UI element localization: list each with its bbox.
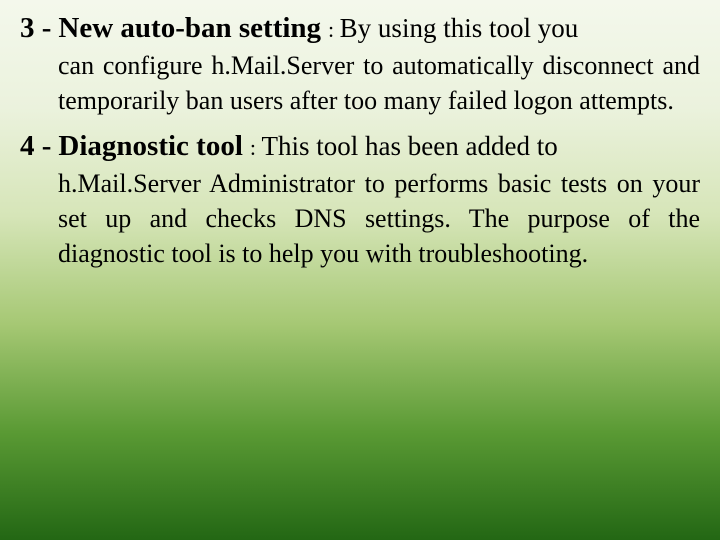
item-title: Diagnostic tool (58, 130, 242, 162)
item-first-rest: This tool has been added to (262, 131, 558, 161)
item-number: 4 - (20, 130, 51, 162)
item-title: New auto-ban setting (58, 12, 321, 44)
slide-content: 3 - New auto-ban setting : By using this… (0, 0, 720, 271)
item-colon: : (250, 135, 262, 160)
item-colon: : (328, 17, 340, 42)
item-body: h.Mail.Server Administrator to performs … (20, 166, 700, 271)
item-first-rest: By using this tool you (340, 13, 579, 43)
item-first-line: 4 - Diagnostic tool : This tool has been… (20, 128, 700, 166)
item-first-line: 3 - New auto-ban setting : By using this… (20, 10, 700, 48)
list-item: 3 - New auto-ban setting : By using this… (20, 10, 700, 118)
item-number: 3 - (20, 12, 51, 44)
item-body: can configure h.Mail.Server to automatic… (20, 48, 700, 118)
list-item: 4 - Diagnostic tool : This tool has been… (20, 128, 700, 271)
